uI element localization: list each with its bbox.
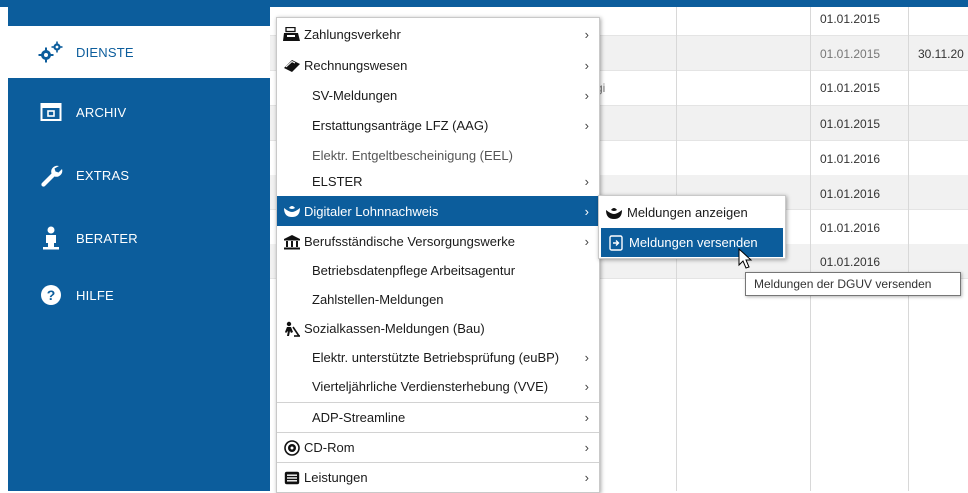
help-circle-icon: ?	[38, 282, 64, 308]
menu-item-label: Elektr. unterstützte Betriebsprüfung (eu…	[312, 350, 560, 365]
menu-item-label: Zahlungsverkehr	[304, 27, 401, 42]
sidebar-item-dienste[interactable]: DIENSTE	[8, 26, 270, 78]
construction-worker-icon	[283, 320, 301, 338]
menu-item-label: CD-Rom	[304, 440, 355, 455]
cd-rom-icon	[283, 439, 301, 457]
start-date-cell: 01.01.2016	[820, 255, 881, 269]
menu-item-zahlstellen-meldungen[interactable]: Zahlstellen-Meldungen	[277, 285, 599, 314]
chevron-right-icon: ›	[584, 410, 589, 425]
menu-item-cd-rom[interactable]: CD-Rom ›	[277, 433, 599, 462]
menu-item-label: Rechnungswesen	[304, 58, 408, 73]
sidebar-item-hilfe[interactable]: ? HILFE	[8, 269, 270, 321]
column-divider	[908, 7, 909, 491]
cash-register-icon	[283, 26, 301, 44]
chevron-right-icon: ›	[584, 118, 589, 133]
dienste-menu: Zahlungsverkehr › Rechnungswesen › SV-Me…	[276, 17, 600, 493]
sidebar-item-archiv[interactable]: ARCHIV	[8, 86, 270, 138]
chevron-right-icon: ›	[584, 470, 589, 485]
menu-item-erstattungsantraege[interactable]: Erstattungsanträge LFZ (AAG) ›	[277, 111, 599, 140]
menu-item-label: SV-Meldungen	[312, 88, 398, 103]
sidebar-item-label: BERATER	[76, 230, 138, 246]
tooltip: Meldungen der DGUV versenden	[745, 272, 961, 296]
helmet-icon	[605, 204, 623, 222]
chevron-right-icon: ›	[584, 379, 589, 394]
sidebar-item-label: DIENSTE	[76, 44, 134, 60]
menu-item-eel[interactable]: Elektr. Entgeltbescheinigung (EEL)	[277, 141, 599, 170]
menu-item-label: Erstattungsanträge LFZ (AAG)	[312, 118, 489, 133]
menu-item-versorgungswerke[interactable]: Berufsständische Versorgungswerke ›	[277, 227, 599, 256]
sidebar-item-extras[interactable]: EXTRAS	[8, 149, 270, 201]
menu-item-sozialkassen-meldungen[interactable]: Sozialkassen-Meldungen (Bau)	[277, 314, 599, 343]
chevron-right-icon: ›	[584, 440, 589, 455]
start-date-cell: 01.01.2015	[820, 12, 881, 26]
menu-item-betriebsdatenpflege[interactable]: Betriebsdatenpflege Arbeitsagentur	[277, 256, 599, 285]
menu-item-label: Zahlstellen-Meldungen	[312, 292, 444, 307]
menu-item-label: Sozialkassen-Meldungen (Bau)	[304, 321, 485, 336]
submenu-item-label: Meldungen anzeigen	[627, 205, 748, 220]
chevron-right-icon: ›	[584, 350, 589, 365]
chevron-right-icon: ›	[584, 58, 589, 73]
menu-item-elster[interactable]: ELSTER ›	[277, 167, 599, 196]
menu-item-label: Betriebsdatenpflege Arbeitsagentur	[312, 263, 516, 278]
column-divider	[810, 7, 811, 491]
menu-item-label: Elektr. Entgeltbescheinigung (EEL)	[312, 148, 513, 163]
digitaler-lohnnachweis-submenu: Meldungen anzeigen Meldungen versenden	[598, 195, 786, 259]
chevron-right-icon: ›	[584, 88, 589, 103]
start-date-cell: 01.01.2015	[820, 47, 881, 61]
start-date-cell: 01.01.2016	[820, 152, 881, 166]
eraser-icon	[283, 57, 301, 75]
menu-item-zahlungsverkehr[interactable]: Zahlungsverkehr ›	[277, 20, 599, 49]
sidebar: DIENSTE ARCHIV EXTRAS BERATER ? HILFE	[8, 7, 270, 491]
start-date-cell: 01.01.2016	[820, 221, 881, 235]
list-icon	[283, 469, 301, 487]
svg-text:?: ?	[47, 287, 56, 303]
person-icon	[38, 225, 64, 251]
sidebar-item-label: EXTRAS	[76, 167, 130, 183]
start-date-cell: 01.01.2015	[820, 81, 881, 95]
menu-item-rechnungswesen[interactable]: Rechnungswesen ›	[277, 51, 599, 80]
submenu-item-meldungen-versenden[interactable]: Meldungen versenden	[601, 228, 783, 257]
institution-icon	[283, 233, 301, 251]
archive-box-icon	[38, 99, 64, 125]
menu-item-label: Leistungen	[304, 470, 368, 485]
chevron-right-icon: ›	[584, 203, 589, 219]
send-file-icon	[607, 234, 625, 252]
chevron-right-icon: ›	[584, 234, 589, 249]
mouse-pointer-icon	[738, 248, 753, 269]
menu-item-label: Berufsständische Versorgungswerke	[304, 234, 516, 249]
helmet-icon	[283, 202, 301, 220]
submenu-item-meldungen-anzeigen[interactable]: Meldungen anzeigen	[599, 198, 785, 227]
wrench-icon	[38, 162, 64, 188]
menu-item-leistungen[interactable]: Leistungen ›	[277, 463, 599, 492]
menu-item-sv-meldungen[interactable]: SV-Meldungen ›	[277, 81, 599, 110]
menu-item-eubp[interactable]: Elektr. unterstützte Betriebsprüfung (eu…	[277, 343, 599, 372]
menu-item-label: Vierteljährliche Verdiensterhebung (VVE)	[312, 379, 549, 394]
menu-item-label: ELSTER	[312, 174, 363, 189]
start-date-cell: 01.01.2016	[820, 187, 881, 201]
sidebar-item-label: ARCHIV	[76, 104, 127, 120]
gears-icon	[38, 39, 64, 65]
start-date-cell: 01.01.2015	[820, 117, 881, 131]
menu-item-label: ADP-Streamline	[312, 410, 406, 425]
sidebar-item-berater[interactable]: BERATER	[8, 212, 270, 264]
chevron-right-icon: ›	[584, 174, 589, 189]
menu-item-vve[interactable]: Vierteljährliche Verdiensterhebung (VVE)…	[277, 372, 599, 401]
menu-item-adp-streamline[interactable]: ADP-Streamline ›	[277, 403, 599, 432]
sidebar-item-label: HILFE	[76, 287, 114, 303]
end-date-cell: 30.11.20	[918, 47, 964, 61]
chevron-right-icon: ›	[584, 27, 589, 42]
menu-item-digitaler-lohnnachweis[interactable]: Digitaler Lohnnachweis ›	[277, 196, 599, 226]
menu-item-label: Digitaler Lohnnachweis	[304, 203, 439, 219]
